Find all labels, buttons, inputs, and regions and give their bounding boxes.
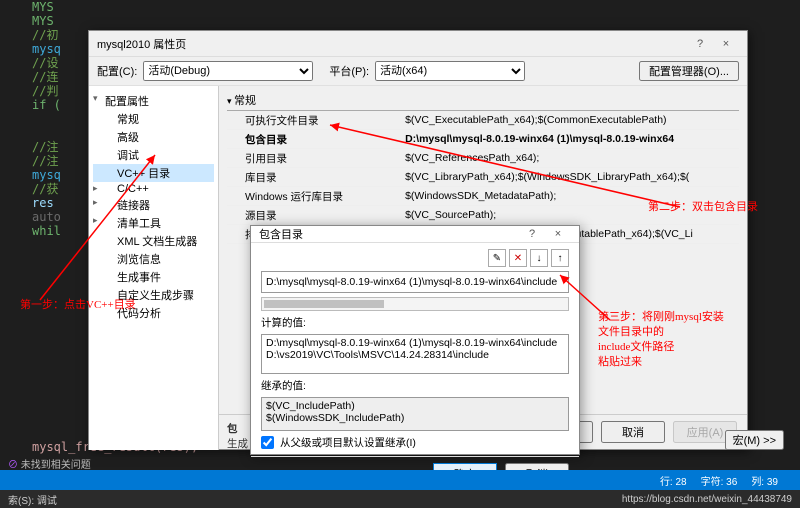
search-value: 调试 — [37, 492, 57, 507]
tree-item[interactable]: VC++ 目录 — [93, 164, 214, 182]
help-icon[interactable]: ? — [519, 228, 545, 240]
config-manager-button[interactable]: 配置管理器(O)... — [639, 61, 739, 81]
help-icon[interactable]: ? — [687, 38, 713, 50]
property-row[interactable]: 可执行文件目录$(VC_ExecutablePath_x64);$(Common… — [227, 111, 739, 130]
tree-item[interactable]: 高级 — [93, 128, 214, 146]
h-scrollbar[interactable] — [261, 297, 569, 311]
tree-item[interactable]: 常规 — [93, 110, 214, 128]
code-area[interactable]: MYSMYS//初mysq//设//连//判if ( //注//注mysq//获… — [32, 0, 61, 238]
status-bar: 行: 28 字符: 36 列: 39 — [0, 470, 800, 490]
tree-item[interactable]: 代码分析 — [93, 304, 214, 322]
new-line-icon[interactable]: ✎ — [488, 249, 506, 267]
property-row[interactable]: 包含目录D:\mysql\mysql-8.0.19-winx64 (1)\mys… — [227, 130, 739, 149]
tree-item[interactable]: 调试 — [93, 146, 214, 164]
search-label: 索(S): — [8, 492, 34, 507]
inherit-checkbox[interactable] — [261, 436, 274, 449]
cancel-button[interactable]: 取消 — [601, 421, 665, 443]
tree-item[interactable]: 浏览信息 — [93, 250, 214, 268]
platform-select[interactable]: 活动(x64) — [375, 61, 525, 81]
tree-item[interactable]: 清单工具 — [93, 214, 214, 232]
path-input[interactable]: D:\mysql\mysql-8.0.19-winx64 (1)\mysql-8… — [261, 271, 569, 293]
config-label: 配置(C): — [97, 63, 137, 79]
close-icon[interactable]: × — [713, 38, 739, 50]
include-dirs-dialog: 包含目录 ? × ✎ ✕ ↓ ↑ D:\mysql\mysql-8.0.19-w… — [250, 225, 580, 455]
delete-icon[interactable]: ✕ — [509, 249, 527, 267]
property-row[interactable]: 源目录$(VC_SourcePath); — [227, 206, 739, 225]
inherit-list: $(VC_IncludePath)$(WindowsSDK_IncludePat… — [261, 397, 569, 431]
status-line: 行: 28 — [660, 473, 687, 488]
tree-item[interactable]: 链接器 — [93, 196, 214, 214]
config-select[interactable]: 活动(Debug) — [143, 61, 313, 81]
config-tree[interactable]: 配置属性常规高级调试VC++ 目录C/C++链接器清单工具XML 文档生成器浏览… — [89, 86, 219, 450]
sub-dialog-title: 包含目录 — [259, 226, 519, 242]
move-up-icon[interactable]: ↑ — [551, 249, 569, 267]
group-header[interactable]: 常规 — [227, 90, 739, 111]
move-down-icon[interactable]: ↓ — [530, 249, 548, 267]
status-chars: 字符: 36 — [701, 473, 738, 488]
tree-item[interactable]: 生成事件 — [93, 268, 214, 286]
macro-button[interactable]: 宏(M) >> — [725, 430, 784, 450]
tree-item[interactable]: C/C++ — [93, 182, 214, 196]
inherit-label: 继承的值: — [261, 378, 569, 393]
dialog-title: mysql2010 属性页 — [97, 36, 687, 52]
inherit-checkbox-label: 从父级或项目默认设置继承(I) — [280, 435, 416, 450]
tree-root[interactable]: 配置属性 — [93, 92, 214, 110]
footer-bar: 索(S): 调试 https://blog.csdn.net/weixin_44… — [0, 490, 800, 508]
property-row[interactable]: 引用目录$(VC_ReferencesPath_x64); — [227, 149, 739, 168]
status-col: 列: 39 — [751, 473, 778, 488]
platform-label: 平台(P): — [329, 63, 369, 79]
tree-item[interactable]: 自定义生成步骤 — [93, 286, 214, 304]
close-icon[interactable]: × — [545, 228, 571, 240]
computed-label: 计算的值: — [261, 315, 569, 330]
source-url: https://blog.csdn.net/weixin_44438749 — [622, 494, 792, 505]
property-row[interactable]: 库目录$(VC_LibraryPath_x64);$(WindowsSDK_Li… — [227, 168, 739, 187]
tree-item[interactable]: XML 文档生成器 — [93, 232, 214, 250]
computed-list: D:\mysql\mysql-8.0.19-winx64 (1)\mysql-8… — [261, 334, 569, 374]
property-row[interactable]: Windows 运行库目录$(WindowsSDK_MetadataPath); — [227, 187, 739, 206]
